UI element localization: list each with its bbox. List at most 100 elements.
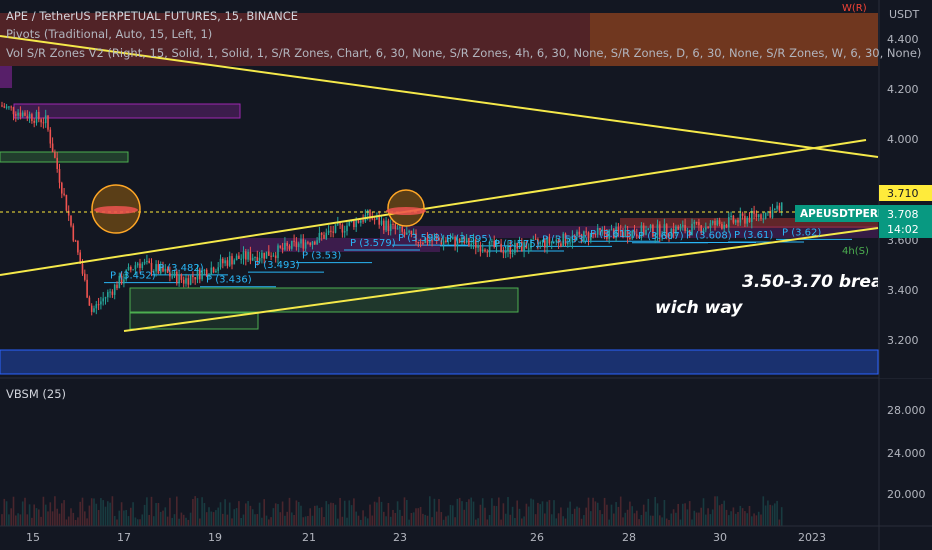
symbol-title[interactable]: APE / TetherUS PERPETUAL FUTURES, 15, BI… bbox=[6, 9, 298, 23]
volume-bar bbox=[70, 508, 72, 526]
volume-bar bbox=[173, 514, 176, 526]
volume-bar bbox=[700, 507, 702, 526]
candle-body bbox=[222, 258, 224, 264]
volume-bar bbox=[647, 498, 650, 526]
volume-bar bbox=[316, 505, 318, 526]
volume-bar bbox=[146, 497, 148, 526]
pivots-indicator-label[interactable]: Pivots (Traditional, Auto, 15, Left, 1) bbox=[6, 27, 212, 41]
volume-bar bbox=[456, 498, 459, 526]
breakout-annotation[interactable]: 3.50-3.70 break bbox=[742, 272, 878, 292]
volume-bar bbox=[228, 502, 231, 526]
candle-body bbox=[399, 226, 401, 229]
volume-bar bbox=[343, 500, 346, 526]
volume-bar bbox=[431, 517, 433, 526]
volume-bar bbox=[355, 511, 357, 526]
volume-bar bbox=[652, 515, 654, 526]
volume-bar bbox=[127, 516, 130, 526]
volume-bar bbox=[408, 519, 410, 526]
candle-body bbox=[226, 260, 229, 266]
volume-bar bbox=[636, 510, 638, 526]
candle-body bbox=[84, 273, 86, 280]
volume-bar bbox=[734, 513, 737, 526]
candle-body bbox=[10, 106, 12, 108]
candle-body bbox=[307, 242, 309, 244]
volume-bar bbox=[203, 503, 206, 526]
pivot-label: P (3.595) bbox=[446, 234, 492, 245]
candle-body bbox=[28, 114, 31, 119]
candle-body bbox=[348, 221, 351, 226]
candle-body bbox=[585, 231, 587, 233]
candle-body bbox=[718, 220, 721, 224]
volume-bar bbox=[629, 501, 631, 526]
symbol-tag: APEUSDTPERP bbox=[800, 208, 886, 220]
volume-bar bbox=[302, 517, 305, 526]
volume-bar bbox=[415, 508, 417, 526]
volume-bar bbox=[74, 519, 77, 526]
candle-body bbox=[389, 224, 392, 232]
candle-body bbox=[81, 263, 84, 274]
candle-body bbox=[111, 291, 114, 295]
candle-body bbox=[502, 251, 505, 254]
volume-bar bbox=[132, 502, 134, 526]
volume-bar bbox=[525, 503, 528, 526]
volume-bar bbox=[44, 504, 47, 526]
volume-bar bbox=[95, 503, 98, 526]
candle-body bbox=[780, 202, 783, 211]
vol-sr-zones-indicator-label[interactable]: Vol S/R Zones V2 (Right, 15, Solid, 1, S… bbox=[6, 46, 921, 60]
date-tick: 23 bbox=[393, 531, 407, 544]
volume-bar bbox=[640, 514, 643, 526]
candle-body bbox=[371, 218, 374, 220]
candle-body bbox=[254, 257, 256, 259]
volume-bar bbox=[429, 496, 431, 526]
candle-body bbox=[380, 220, 383, 225]
volume-bar bbox=[327, 504, 330, 526]
direction-annotation[interactable]: wich way bbox=[655, 298, 742, 318]
vbsm-indicator-label[interactable]: VBSM (25) bbox=[6, 387, 66, 401]
volume-bar bbox=[401, 515, 403, 526]
volume-bar bbox=[201, 497, 203, 526]
volume-bar bbox=[348, 500, 351, 526]
volume-bar bbox=[318, 507, 321, 526]
candle-body bbox=[332, 231, 334, 233]
time-axis[interactable]: 15 17 19 21 23 26 28 30 2023 bbox=[0, 525, 932, 544]
volume-bar bbox=[143, 504, 146, 526]
volume-bar bbox=[357, 515, 360, 526]
volume-bar bbox=[265, 515, 268, 526]
candle-body bbox=[771, 209, 774, 218]
candle-body bbox=[49, 129, 52, 144]
volume-bar bbox=[240, 517, 242, 526]
candle-body bbox=[261, 252, 263, 259]
candle-body bbox=[35, 111, 38, 123]
volume-bar bbox=[51, 511, 54, 526]
volume-bar bbox=[84, 511, 86, 526]
volume-bar bbox=[778, 519, 781, 526]
candle-body bbox=[504, 251, 507, 254]
price-tick: 4.200 bbox=[887, 83, 919, 96]
volume-bar bbox=[686, 509, 689, 526]
pivot-label: P (3.493) bbox=[254, 260, 300, 271]
volume-bar bbox=[162, 510, 164, 526]
candle-body bbox=[304, 242, 307, 249]
volume-bar bbox=[403, 497, 406, 526]
candle-body bbox=[19, 112, 22, 117]
volume-bar bbox=[523, 516, 525, 526]
volume-bar bbox=[383, 511, 385, 526]
candle-body bbox=[74, 240, 77, 242]
date-tick: 26 bbox=[530, 531, 544, 544]
volume-bar bbox=[723, 500, 725, 526]
candle-body bbox=[385, 220, 387, 231]
pivot-label: P (3.62) bbox=[782, 227, 821, 238]
volume-bar bbox=[596, 502, 599, 526]
volume-bar bbox=[130, 507, 132, 526]
volume-bar bbox=[619, 496, 622, 526]
candle-body bbox=[698, 222, 700, 226]
candle-body bbox=[320, 232, 323, 235]
volume-bar bbox=[509, 514, 512, 526]
volume-bar bbox=[445, 516, 447, 526]
pivot-label: P (3.607) bbox=[638, 231, 684, 242]
volume-bar bbox=[212, 512, 215, 526]
volume-bar bbox=[90, 498, 93, 526]
volume-bar bbox=[769, 504, 771, 526]
volume-bar bbox=[477, 518, 479, 526]
candle-body bbox=[5, 106, 8, 108]
